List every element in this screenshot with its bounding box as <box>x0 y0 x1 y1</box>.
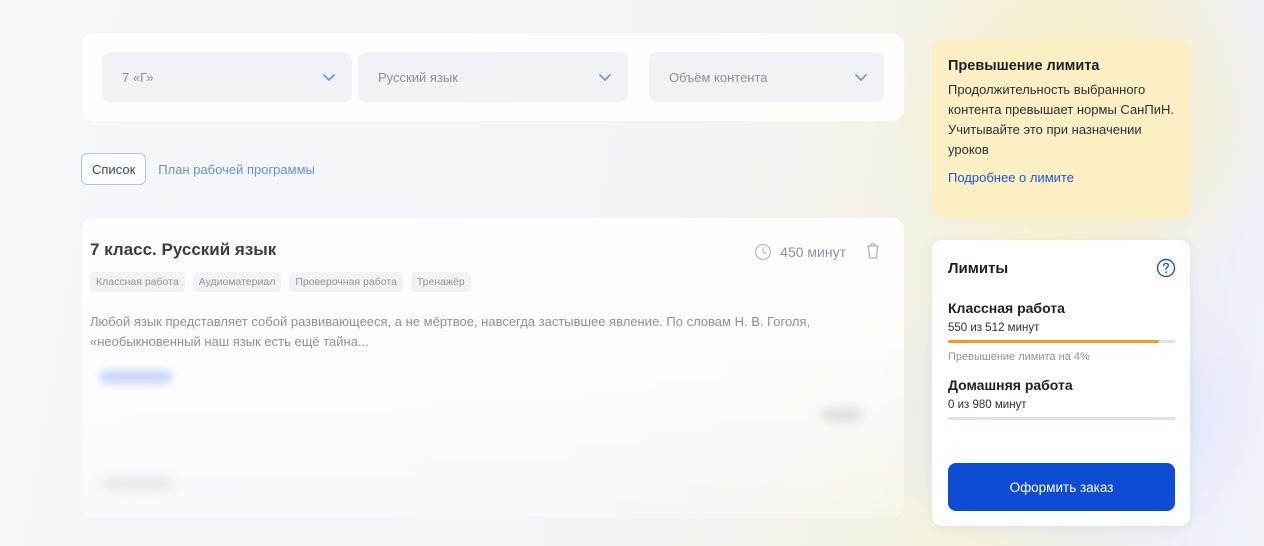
class-select[interactable]: 7 «Г» <box>102 52 352 102</box>
classwork-limit-title: Классная работа <box>948 300 1065 316</box>
classwork-progress-bar <box>948 340 1175 343</box>
content-description: Любой язык представляет собой развивающе… <box>90 314 811 349</box>
content-tags: Классная работа Аудиоматериал Проверочна… <box>90 272 471 292</box>
content-volume-placeholder: Объём контента <box>669 69 768 85</box>
limits-title: Лимиты <box>948 259 1009 277</box>
limits-card: Лимиты Классная работа 550 из 512 минут … <box>932 240 1190 526</box>
homework-limit-title: Домашняя работа <box>948 377 1073 393</box>
classwork-progress-fill <box>948 340 1160 343</box>
tag-test: Проверочная работа <box>289 272 403 292</box>
view-tabs: Список План рабочей программы <box>81 153 315 185</box>
duration: 450 минут <box>754 243 846 261</box>
blurred-button <box>822 408 862 422</box>
warning-more-link[interactable]: Подробнее о лимите <box>948 170 1176 185</box>
limit-warning-card: Превышение лимита Продолжительность выбр… <box>932 40 1190 218</box>
chevron-down-icon <box>855 74 867 81</box>
homework-limit-usage: 0 из 980 минут <box>948 399 1027 411</box>
content-volume-select[interactable]: Объём контента <box>649 52 884 102</box>
tag-audio: Аудиоматериал <box>192 272 282 292</box>
content-card: 7 класс. Русский язык 450 минут Классная… <box>82 218 904 518</box>
blurred-footer-text <box>102 478 174 490</box>
subject-select-value: Русский язык <box>378 69 458 85</box>
subject-select[interactable]: Русский язык <box>358 52 628 102</box>
clock-icon <box>754 243 772 261</box>
duration-value: 450 минут <box>780 244 846 260</box>
class-select-value: 7 «Г» <box>122 69 154 85</box>
tag-classwork: Классная работа <box>90 272 185 292</box>
chevron-down-icon <box>323 74 335 81</box>
tab-work-program-plan[interactable]: План рабочей программы <box>158 162 315 177</box>
warning-title: Превышение лимита <box>948 58 1100 74</box>
classwork-limit-usage: 550 из 512 минут <box>948 322 1040 334</box>
warning-text: Продолжительность выбранного контента пр… <box>948 82 1174 157</box>
filters-panel: 7 «Г» Русский язык Объём контента <box>82 33 904 121</box>
tag-trainer: Тренажёр <box>410 272 471 292</box>
trash-icon[interactable] <box>866 242 880 260</box>
chevron-down-icon <box>599 74 611 81</box>
help-icon[interactable] <box>1156 258 1176 278</box>
classwork-limit-note: Превышение лимита на 4% <box>948 351 1090 363</box>
homework-progress-bar <box>948 417 1175 420</box>
tab-list[interactable]: Список <box>81 153 147 185</box>
limits-header: Лимиты <box>948 258 1176 278</box>
content-title: 7 класс. Русский язык <box>90 240 277 259</box>
blurred-link <box>100 370 172 384</box>
place-order-button[interactable]: Оформить заказ <box>948 463 1175 511</box>
